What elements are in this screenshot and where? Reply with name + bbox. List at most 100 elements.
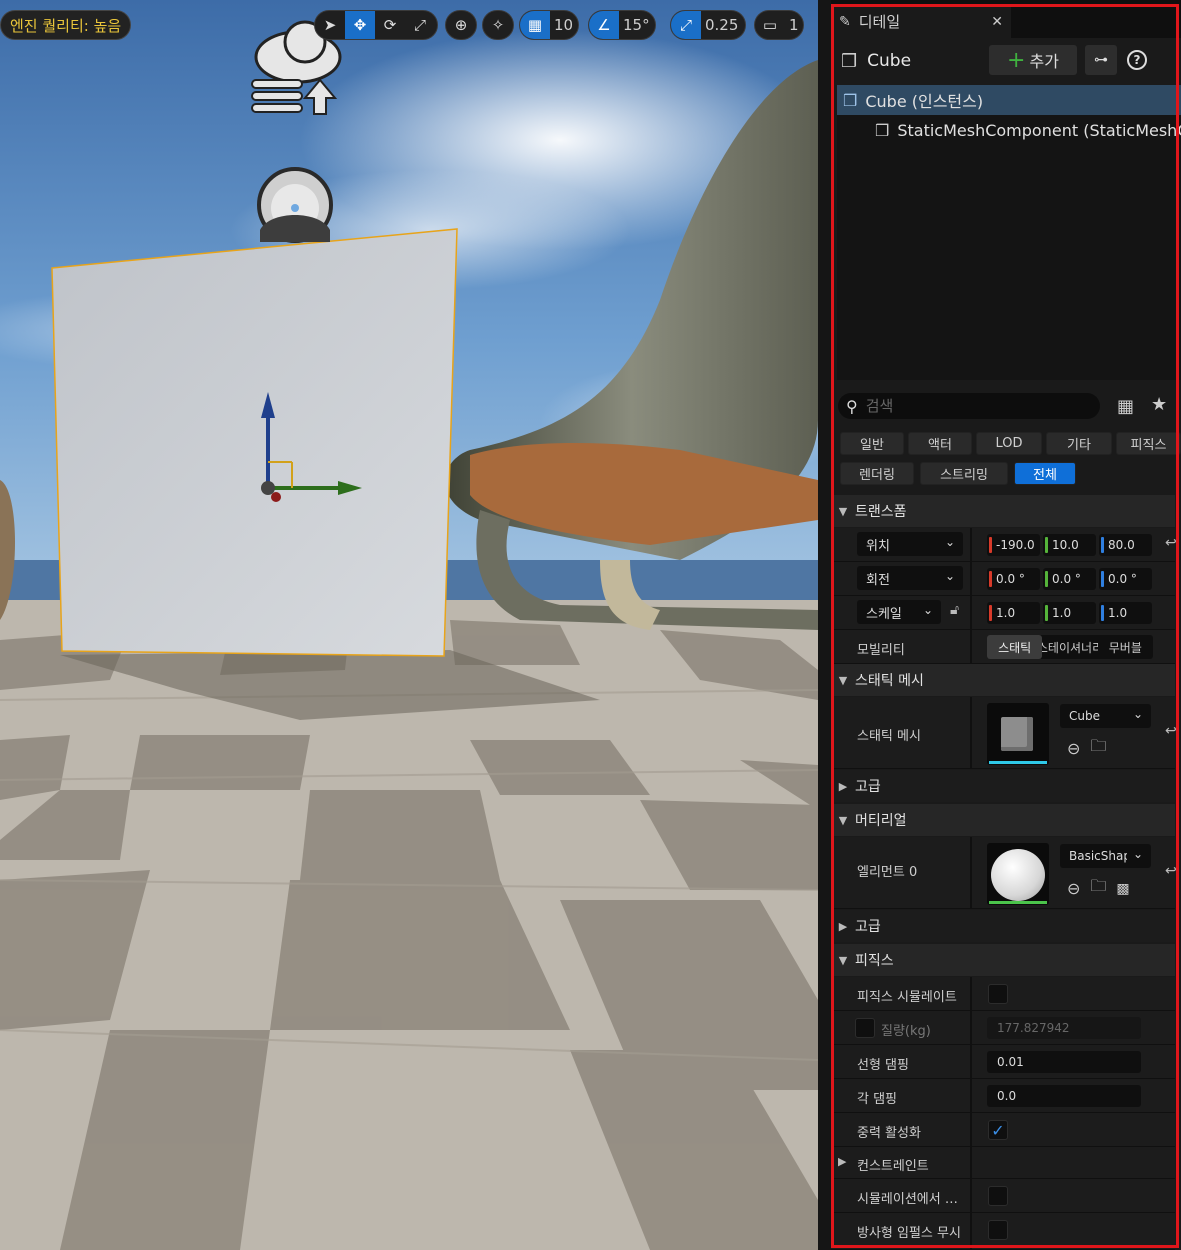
scale-tool-icon[interactable]: ⤢	[405, 11, 435, 39]
filter-rendering[interactable]: 렌더링	[840, 462, 914, 485]
filter-actor[interactable]: 액터	[908, 432, 972, 455]
filter-streaming[interactable]: 스트리밍	[920, 462, 1008, 485]
category-static-mesh-advanced[interactable]: ▶ 고급	[831, 770, 1175, 802]
expand-arrow-icon: ▼	[838, 813, 848, 827]
reset-arrow-icon[interactable]: ↩	[1165, 723, 1177, 739]
scale-dropdown[interactable]: 스케일 ⌄	[857, 600, 941, 624]
scale-y[interactable]: 1.0	[1043, 602, 1096, 624]
angle-snap-icon[interactable]: ∠	[589, 11, 619, 39]
scale-snap-group: ⤢ 0.25	[670, 10, 746, 40]
rotation-y[interactable]: 0.0 °	[1043, 568, 1096, 590]
location-z[interactable]: 80.0	[1099, 534, 1152, 556]
mass-value: 177.827942	[997, 1021, 1070, 1035]
chevron-down-icon: ⌄	[944, 569, 955, 583]
material-dropdown[interactable]: BasicShapeMaterial ⌄	[1060, 844, 1151, 868]
search-input[interactable]	[865, 397, 1066, 415]
category-static-mesh[interactable]: ▼ 스태틱 메시	[831, 664, 1175, 696]
mobility-movable[interactable]: 무버블	[1098, 635, 1153, 659]
filter-lod[interactable]: LOD	[976, 432, 1042, 455]
camera-speed-group: ▭ 1	[754, 10, 804, 40]
property-rotation: 회전 ⌄ 0.0 ° 0.0 ° 0.0 °	[831, 562, 1175, 596]
move-tool-icon[interactable]: ✥	[345, 11, 375, 39]
unlock-icon[interactable]: 🔓︎	[950, 602, 959, 618]
linear-damping-field[interactable]: 0.01	[987, 1051, 1141, 1073]
material-thumbnail[interactable]	[987, 843, 1049, 905]
filter-all[interactable]: 전체	[1014, 462, 1076, 485]
surface-snap-icon[interactable]: ✧	[483, 11, 513, 39]
camera-speed-value[interactable]: 1	[785, 16, 805, 34]
simulate-physics-label: 피직스 시뮬레이트	[857, 990, 957, 1005]
browse-asset-icon[interactable]: 🗀︎	[1090, 735, 1106, 762]
asset-type-bar	[989, 761, 1047, 764]
rotation-x[interactable]: 0.0 °	[987, 568, 1040, 590]
add-component-button[interactable]: + 추가	[989, 45, 1077, 75]
property-scale: 스케일 ⌄ 🔓︎ 1.0 1.0 1.0	[831, 596, 1175, 630]
scale-z[interactable]: 1.0	[1099, 602, 1152, 624]
ignore-radial-impulse-checkbox[interactable]	[988, 1220, 1008, 1240]
use-selected-asset-icon[interactable]: ⊖	[1067, 739, 1080, 758]
chevron-down-icon: ⌄	[1132, 847, 1143, 861]
close-icon[interactable]: ✕	[991, 14, 1003, 30]
property-matrix-icon[interactable]: ▦	[1117, 396, 1134, 417]
location-y[interactable]: 10.0	[1043, 534, 1096, 556]
category-physics[interactable]: ▼ 피직스	[831, 944, 1175, 976]
location-x[interactable]: -190.0	[987, 534, 1040, 556]
simulate-physics-checkbox[interactable]	[988, 984, 1008, 1004]
blueprint-button[interactable]: ⊶	[1085, 45, 1117, 75]
camera-icon[interactable]: ▭	[755, 11, 785, 39]
rotation-dropdown[interactable]: 회전 ⌄	[857, 566, 963, 590]
grid-snap-icon[interactable]: ▦	[520, 11, 550, 39]
static-mesh-label: 스태틱 메시	[857, 729, 921, 744]
favorites-star-icon[interactable]: ★	[1151, 394, 1167, 415]
location-dropdown[interactable]: 위치 ⌄	[857, 532, 963, 556]
category-materials[interactable]: ▼ 머티리얼	[831, 804, 1175, 836]
filter-label: 기타	[1067, 438, 1091, 453]
angle-snap-value[interactable]: 15°	[619, 16, 656, 34]
tree-item-root[interactable]: ❒ Cube (인스턴스)	[837, 85, 1181, 115]
mobility-static[interactable]: 스태틱	[987, 635, 1043, 659]
angular-damping-value: 0.0	[997, 1089, 1017, 1103]
angular-damping-field[interactable]: 0.0	[987, 1085, 1141, 1107]
enable-gravity-checkbox[interactable]: ✓	[988, 1120, 1008, 1140]
browse-asset-icon[interactable]: 🗀︎	[1090, 875, 1106, 902]
start-awake-checkbox[interactable]	[988, 1186, 1008, 1206]
rotate-tool-icon[interactable]: ⟳	[375, 11, 405, 39]
plus-icon: +	[1007, 47, 1026, 73]
category-materials-advanced[interactable]: ▶ 고급	[831, 910, 1175, 942]
filter-general[interactable]: 일반	[840, 432, 904, 455]
engine-quality-badge[interactable]: 엔진 퀄리티: 높음	[0, 10, 132, 40]
tree-item-label: StaticMeshComponent (StaticMeshComponent…	[897, 120, 1181, 140]
scale-snap-icon[interactable]: ⤢	[671, 11, 701, 39]
column-divider	[970, 1179, 972, 1212]
mobility-segmented-control: 스태틱 스테이셔너리 무버블	[987, 635, 1153, 659]
static-mesh-thumbnail[interactable]	[987, 703, 1049, 765]
grid-snap-value[interactable]: 10	[550, 16, 579, 34]
mobility-stationary[interactable]: 스테이셔너리	[1042, 635, 1097, 659]
rotation-z[interactable]: 0.0 °	[1099, 568, 1152, 590]
mass-override-checkbox[interactable]	[855, 1018, 875, 1038]
reset-arrow-icon[interactable]: ↩	[1165, 535, 1177, 551]
category-transform[interactable]: ▼ 트랜스폼	[831, 495, 1175, 527]
rotation-z-value: 0.0 °	[1108, 572, 1137, 586]
tree-item-static-mesh-component[interactable]: ❒ StaticMeshComponent (StaticMeshCompone…	[837, 115, 1181, 145]
details-tab[interactable]: ✎ 디테일 ✕	[831, 5, 1011, 38]
viewport-scene[interactable]	[0, 0, 818, 1250]
scale-x[interactable]: 1.0	[987, 602, 1040, 624]
filter-misc[interactable]: 기타	[1046, 432, 1112, 455]
scale-snap-value[interactable]: 0.25	[701, 16, 744, 34]
world-space-icon[interactable]: ⊕	[446, 11, 476, 39]
column-divider	[970, 630, 972, 663]
level-viewport[interactable]: 엔진 퀄리티: 높음 ➤ ✥ ⟳ ⤢ ⊕ ✧ ▦ 10 ∠ 15° ⤢ 0.25…	[0, 0, 818, 1250]
select-tool-icon[interactable]: ➤	[315, 11, 345, 39]
z-axis-marker	[1101, 537, 1104, 553]
static-mesh-dropdown[interactable]: Cube ⌄	[1060, 704, 1151, 728]
help-icon[interactable]: ?	[1127, 50, 1147, 70]
checker-texture-icon[interactable]: ▩	[1116, 881, 1129, 897]
filter-physics[interactable]: 피직스	[1116, 432, 1181, 455]
details-panel: ✎ 디테일 ✕ ❒ Cube + 추가 ⊶ ? ❒ Cube (인스턴스) ❒ …	[831, 0, 1181, 1250]
use-selected-asset-icon[interactable]: ⊖	[1067, 879, 1080, 898]
property-constraints[interactable]: ▶ 컨스트레인트	[831, 1147, 1175, 1179]
property-static-mesh: 스태틱 메시 Cube ⌄ ⊖ 🗀︎ ↩	[831, 697, 1177, 769]
filter-label: 일반	[860, 438, 884, 453]
reset-arrow-icon[interactable]: ↩	[1165, 863, 1177, 879]
